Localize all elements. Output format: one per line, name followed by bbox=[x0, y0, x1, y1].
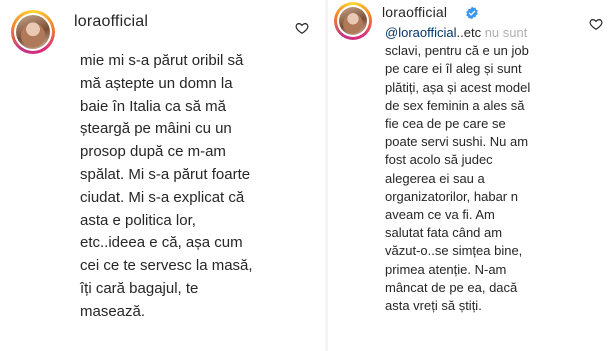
mention-link[interactable]: @loraofficial bbox=[385, 25, 457, 40]
profile-photo bbox=[16, 15, 50, 49]
profile-photo bbox=[339, 7, 367, 35]
comment-panel-right: loraofficial @loraofficial..etc nu sunt … bbox=[330, 0, 615, 351]
heart-icon[interactable] bbox=[589, 17, 603, 31]
username[interactable]: loraofficial bbox=[382, 4, 447, 20]
username[interactable]: loraofficial bbox=[74, 13, 148, 31]
comment-panel-left: loraofficial mie mi s-a părut oribil să … bbox=[0, 0, 323, 351]
avatar[interactable] bbox=[334, 2, 372, 40]
divider bbox=[325, 0, 328, 351]
comment-text: mie mi s-a părut oribil să mă aștepte un… bbox=[80, 52, 253, 320]
avatar[interactable] bbox=[11, 10, 55, 54]
comment-text: @loraofficial..etc nu sunt sclavi, pentr… bbox=[385, 24, 590, 315]
comment-text-faded: nu sunt bbox=[484, 25, 528, 40]
verified-badge-icon bbox=[466, 6, 478, 20]
comment-text-start: ..etc bbox=[456, 25, 485, 40]
heart-icon[interactable] bbox=[295, 21, 309, 35]
comment-text-body: sclavi, pentru că e un job pe care ei îl… bbox=[385, 43, 531, 314]
